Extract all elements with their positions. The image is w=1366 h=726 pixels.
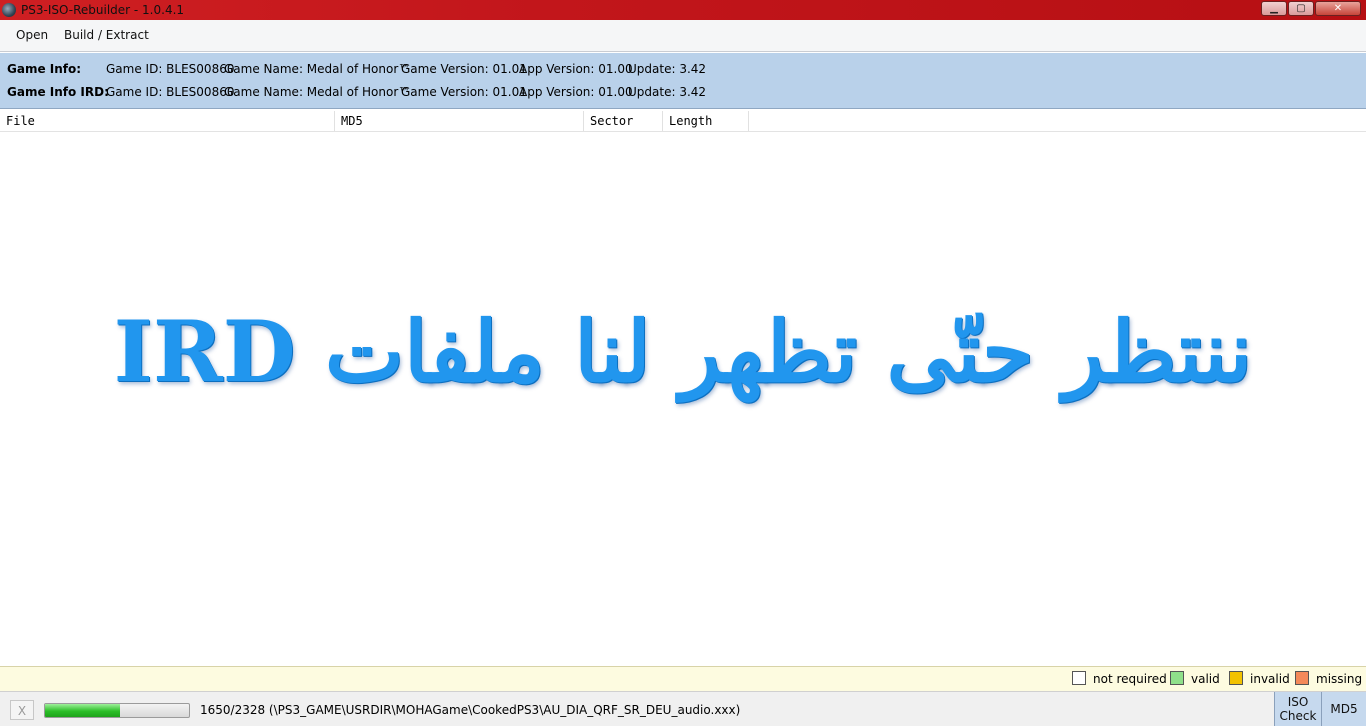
- close-button[interactable]: ✕: [1315, 1, 1361, 16]
- iso-check-button[interactable]: ISO Check: [1274, 692, 1321, 726]
- menu-bar: Open Build / Extract: [0, 20, 1366, 52]
- iso-check-label-line2: Check: [1279, 709, 1317, 723]
- game-id: Game ID: BLES00860: [106, 62, 235, 76]
- legend-label-invalid: invalid: [1250, 672, 1290, 686]
- column-header-length[interactable]: Length: [663, 111, 749, 131]
- status-bar: X 1650/2328 (\PS3_GAME\USRDIR\MOHAGame\C…: [0, 691, 1366, 726]
- file-list[interactable]: ننتظر حتّى تظهر لنا ملفات IRD: [0, 132, 1366, 666]
- ird-update-version: Update: 3.42: [628, 85, 707, 99]
- game-info-panel: Game Info: Game ID: BLES00860 Game Name:…: [0, 53, 1366, 109]
- file-list-header: File MD5 Sector Length: [0, 111, 1366, 132]
- app-icon: [2, 3, 16, 17]
- md5-button[interactable]: MD5: [1321, 692, 1366, 726]
- app-version: App Version: 01.00: [519, 62, 633, 76]
- ird-game-version: Game Version: 01.01: [401, 85, 527, 99]
- status-text: 1650/2328 (\PS3_GAME\USRDIR\MOHAGame\Coo…: [200, 703, 741, 717]
- ird-game-name: Game Name: Medal of Honor™: [224, 85, 411, 99]
- title-bar[interactable]: PS3-ISO-Rebuilder - 1.0.4.1 ▁ ▢ ✕: [0, 0, 1366, 20]
- game-info-ird-label: Game Info IRD:: [7, 85, 109, 99]
- legend-label-not-required: not required: [1093, 672, 1167, 686]
- menu-build-extract[interactable]: Build / Extract: [64, 28, 149, 42]
- menu-open[interactable]: Open: [16, 28, 48, 42]
- ird-app-version: App Version: 01.00: [519, 85, 633, 99]
- ird-game-id: Game ID: BLES00860: [106, 85, 235, 99]
- window-title: PS3-ISO-Rebuilder - 1.0.4.1: [21, 3, 185, 17]
- maximize-button[interactable]: ▢: [1288, 1, 1314, 16]
- legend-swatch-missing: [1295, 671, 1309, 685]
- column-header-md5[interactable]: MD5: [335, 111, 584, 131]
- legend-swatch-invalid: [1229, 671, 1243, 685]
- game-info-label: Game Info:: [7, 62, 82, 76]
- iso-check-label-line1: ISO: [1287, 695, 1309, 709]
- game-version: Game Version: 01.01: [401, 62, 527, 76]
- progress-fill: [45, 704, 120, 717]
- legend-label-valid: valid: [1191, 672, 1220, 686]
- column-header-file[interactable]: File: [0, 111, 335, 131]
- legend-swatch-valid: [1170, 671, 1184, 685]
- update-version: Update: 3.42: [628, 62, 707, 76]
- column-header-sector[interactable]: Sector: [584, 111, 663, 131]
- overlay-caption: ننتظر حتّى تظهر لنا ملفات IRD: [113, 302, 1253, 401]
- legend-label-missing: missing: [1316, 672, 1363, 686]
- game-name: Game Name: Medal of Honor™: [224, 62, 411, 76]
- game-info-ird-row: Game Info IRD: Game ID: BLES00860 Game N…: [0, 82, 1366, 102]
- game-info-row: Game Info: Game ID: BLES00860 Game Name:…: [0, 59, 1366, 79]
- minimize-button[interactable]: ▁: [1261, 1, 1287, 16]
- legend-swatch-not-required: [1072, 671, 1086, 685]
- progress-bar: [44, 703, 190, 718]
- legend-bar: not required valid invalid missing: [0, 666, 1366, 691]
- cancel-button[interactable]: X: [10, 700, 34, 720]
